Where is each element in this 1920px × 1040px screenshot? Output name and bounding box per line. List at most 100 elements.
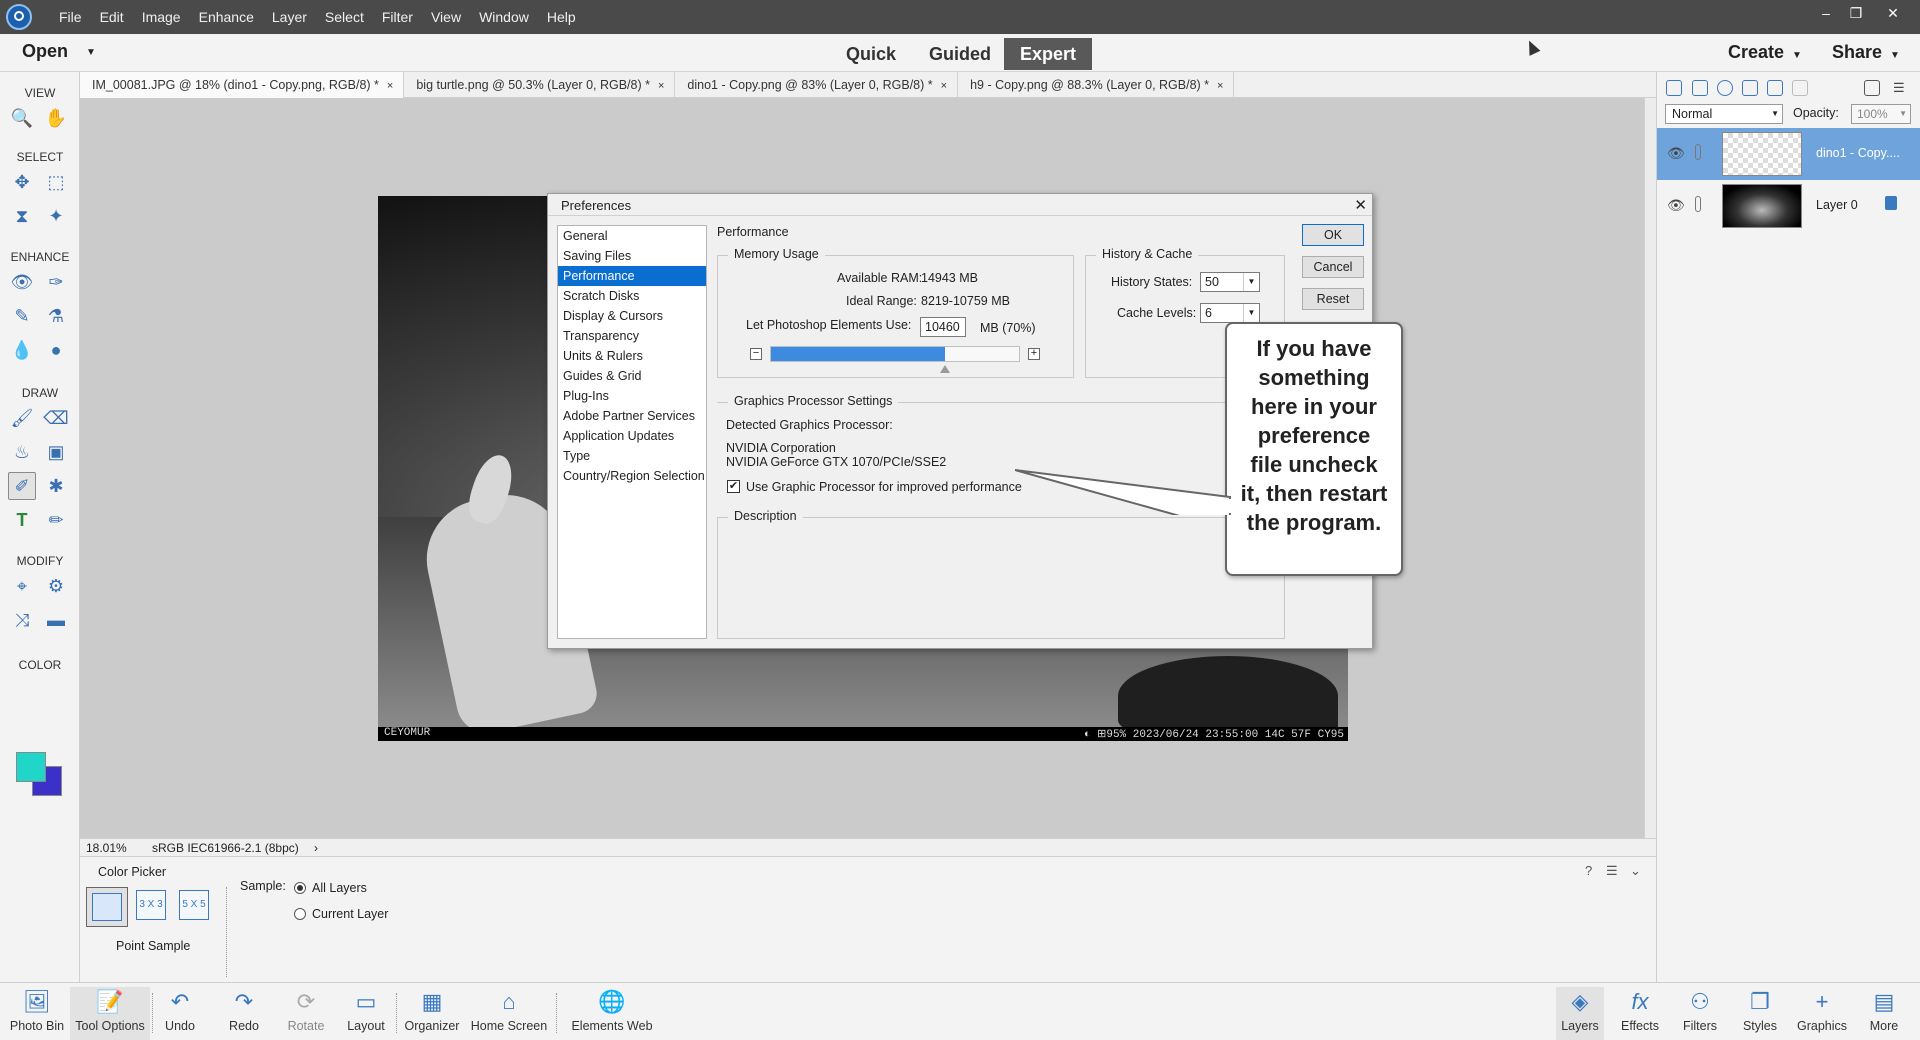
- menu-file[interactable]: File: [50, 9, 91, 25]
- healing-brush-tool-icon[interactable]: ✑: [42, 268, 70, 296]
- straighten-tool-icon[interactable]: ▬: [42, 606, 70, 634]
- zoom-tool-icon[interactable]: 🔍: [8, 104, 36, 132]
- category-performance[interactable]: Performance: [558, 266, 706, 286]
- adjustment-layer-icon[interactable]: [1717, 80, 1733, 96]
- category-application-updates[interactable]: Application Updates: [558, 426, 706, 446]
- visibility-eye-icon[interactable]: 👁: [1667, 145, 1685, 162]
- clone-stamp-tool-icon[interactable]: ⚗: [42, 302, 70, 330]
- ok-button[interactable]: OK: [1302, 224, 1364, 246]
- smart-brush-tool-icon[interactable]: ✎: [8, 302, 36, 330]
- home-screen-button[interactable]: ⌂ Home Screen: [469, 987, 549, 1040]
- ram-decrease-button[interactable]: −: [750, 348, 762, 360]
- ram-slider[interactable]: [770, 346, 1020, 373]
- category-plug-ins[interactable]: Plug-Ins: [558, 386, 706, 406]
- options-menu-icon[interactable]: ☰: [1606, 863, 1618, 879]
- layer-lock-icon[interactable]: [1885, 196, 1897, 210]
- more-button[interactable]: ▤ More: [1860, 987, 1908, 1040]
- delete-layer-icon[interactable]: [1864, 80, 1880, 96]
- category-type[interactable]: Type: [558, 446, 706, 466]
- category-units-rulers[interactable]: Units & Rulers: [558, 346, 706, 366]
- layer-link-icon[interactable]: [1695, 196, 1701, 212]
- eyedropper-tool-icon[interactable]: ✐: [8, 472, 36, 500]
- mode-quick-tab[interactable]: Quick: [838, 38, 904, 70]
- create-button[interactable]: Create ▼: [1728, 42, 1802, 63]
- custom-shape-tool-icon[interactable]: ✱: [42, 472, 70, 500]
- menu-select[interactable]: Select: [316, 9, 373, 25]
- sample-3x3-button[interactable]: 3 X 3: [136, 890, 166, 920]
- content-aware-move-tool-icon[interactable]: ⤨: [8, 606, 36, 634]
- tool-options-button[interactable]: 📝 Tool Options: [70, 987, 150, 1040]
- recompose-tool-icon[interactable]: ⚙: [42, 572, 70, 600]
- open-dropdown-icon[interactable]: ▼: [86, 47, 96, 58]
- pencil-tool-icon[interactable]: ✏: [42, 506, 70, 534]
- menu-image[interactable]: Image: [133, 9, 190, 25]
- tab-document[interactable]: h9 - Copy.png @ 88.3% (Layer 0, RGB/8) *…: [958, 72, 1235, 98]
- mode-guided-tab[interactable]: Guided: [922, 38, 998, 70]
- red-eye-tool-icon[interactable]: 👁: [8, 268, 36, 296]
- help-icon[interactable]: ?: [1585, 863, 1592, 878]
- opacity-input[interactable]: 100% ▼: [1851, 104, 1911, 124]
- reset-button[interactable]: Reset: [1302, 288, 1364, 310]
- lock-all-icon[interactable]: [1767, 80, 1783, 96]
- panel-menu-icon[interactable]: ☰: [1893, 80, 1909, 96]
- organizer-button[interactable]: ▦ Organizer: [402, 987, 462, 1040]
- share-button[interactable]: Share ▼: [1832, 42, 1900, 63]
- lasso-tool-icon[interactable]: ⧗: [8, 202, 36, 230]
- effects-button[interactable]: fx Effects: [1616, 987, 1664, 1040]
- rotate-button[interactable]: ⟳ Rotate: [283, 987, 329, 1040]
- blur-tool-icon[interactable]: 💧: [8, 336, 36, 364]
- cancel-button[interactable]: Cancel: [1302, 256, 1364, 278]
- gradient-tool-icon[interactable]: ▣: [42, 438, 70, 466]
- menu-help[interactable]: Help: [538, 9, 585, 25]
- move-tool-icon[interactable]: ✥: [8, 168, 36, 196]
- filters-button[interactable]: ⚇ Filters: [1676, 987, 1724, 1040]
- menu-edit[interactable]: Edit: [91, 9, 133, 25]
- window-close-button[interactable]: ✕: [1880, 4, 1906, 22]
- category-scratch-disks[interactable]: Scratch Disks: [558, 286, 706, 306]
- styles-button[interactable]: ❐ Styles: [1736, 987, 1784, 1040]
- use-gpu-checkbox[interactable]: ✔: [727, 480, 740, 493]
- canvas-vertical-scrollbar[interactable]: [1644, 98, 1656, 838]
- brush-tool-icon[interactable]: 🖌: [8, 404, 36, 432]
- tab-document[interactable]: big turtle.png @ 50.3% (Layer 0, RGB/8) …: [404, 72, 676, 98]
- layer-row[interactable]: 👁 Layer 0: [1657, 180, 1920, 232]
- foreground-color-swatch[interactable]: [16, 752, 46, 782]
- layers-button[interactable]: ◈ Layers: [1556, 987, 1604, 1040]
- open-button[interactable]: Open: [22, 41, 68, 62]
- redo-button[interactable]: ↷ Redo: [222, 987, 266, 1040]
- tab-close-icon[interactable]: ×: [941, 80, 947, 92]
- minimize-button[interactable]: –: [1813, 4, 1839, 22]
- ram-increase-button[interactable]: +: [1028, 348, 1040, 360]
- category-display-cursors[interactable]: Display & Cursors: [558, 306, 706, 326]
- layer-row[interactable]: 👁 dino1 - Copy....: [1657, 128, 1920, 180]
- menu-view[interactable]: View: [422, 9, 470, 25]
- restore-button[interactable]: ❐: [1843, 4, 1869, 22]
- lock-transparent-icon[interactable]: [1792, 80, 1808, 96]
- type-tool-icon[interactable]: T: [8, 506, 36, 534]
- undo-button[interactable]: ↶ Undo: [158, 987, 202, 1040]
- layer-link-icon[interactable]: [1695, 144, 1701, 160]
- layer-mask-icon[interactable]: [1742, 80, 1758, 96]
- graphics-button[interactable]: + Graphics: [1796, 987, 1848, 1040]
- category-general[interactable]: General: [558, 226, 706, 246]
- category-adobe-partner-services[interactable]: Adobe Partner Services: [558, 406, 706, 426]
- category-transparency[interactable]: Transparency: [558, 326, 706, 346]
- new-group-icon[interactable]: [1692, 80, 1708, 96]
- crop-tool-icon[interactable]: ⌖: [8, 572, 36, 600]
- sponge-tool-icon[interactable]: ●: [42, 336, 70, 364]
- photo-bin-button[interactable]: 🖼 Photo Bin: [4, 987, 70, 1040]
- menu-window[interactable]: Window: [470, 9, 538, 25]
- elements-web-button[interactable]: 🌐 Elements Web: [568, 987, 656, 1040]
- point-sample-button[interactable]: [86, 887, 128, 927]
- tab-close-icon[interactable]: ×: [658, 80, 664, 92]
- tab-close-icon[interactable]: ×: [387, 80, 393, 92]
- tab-document[interactable]: dino1 - Copy.png @ 83% (Layer 0, RGB/8) …: [675, 72, 959, 98]
- all-layers-radio[interactable]: [294, 882, 306, 894]
- cache-levels-select[interactable]: 6 ▼: [1200, 303, 1260, 323]
- category-country-region[interactable]: Country/Region Selection: [558, 466, 706, 486]
- new-layer-icon[interactable]: [1666, 80, 1682, 96]
- collapse-options-icon[interactable]: ⌄: [1630, 863, 1641, 879]
- mode-expert-tab[interactable]: Expert: [1004, 38, 1092, 70]
- dialog-close-icon[interactable]: ✕: [1354, 196, 1367, 214]
- tab-document[interactable]: IM_00081.JPG @ 18% (dino1 - Copy.png, RG…: [80, 72, 405, 98]
